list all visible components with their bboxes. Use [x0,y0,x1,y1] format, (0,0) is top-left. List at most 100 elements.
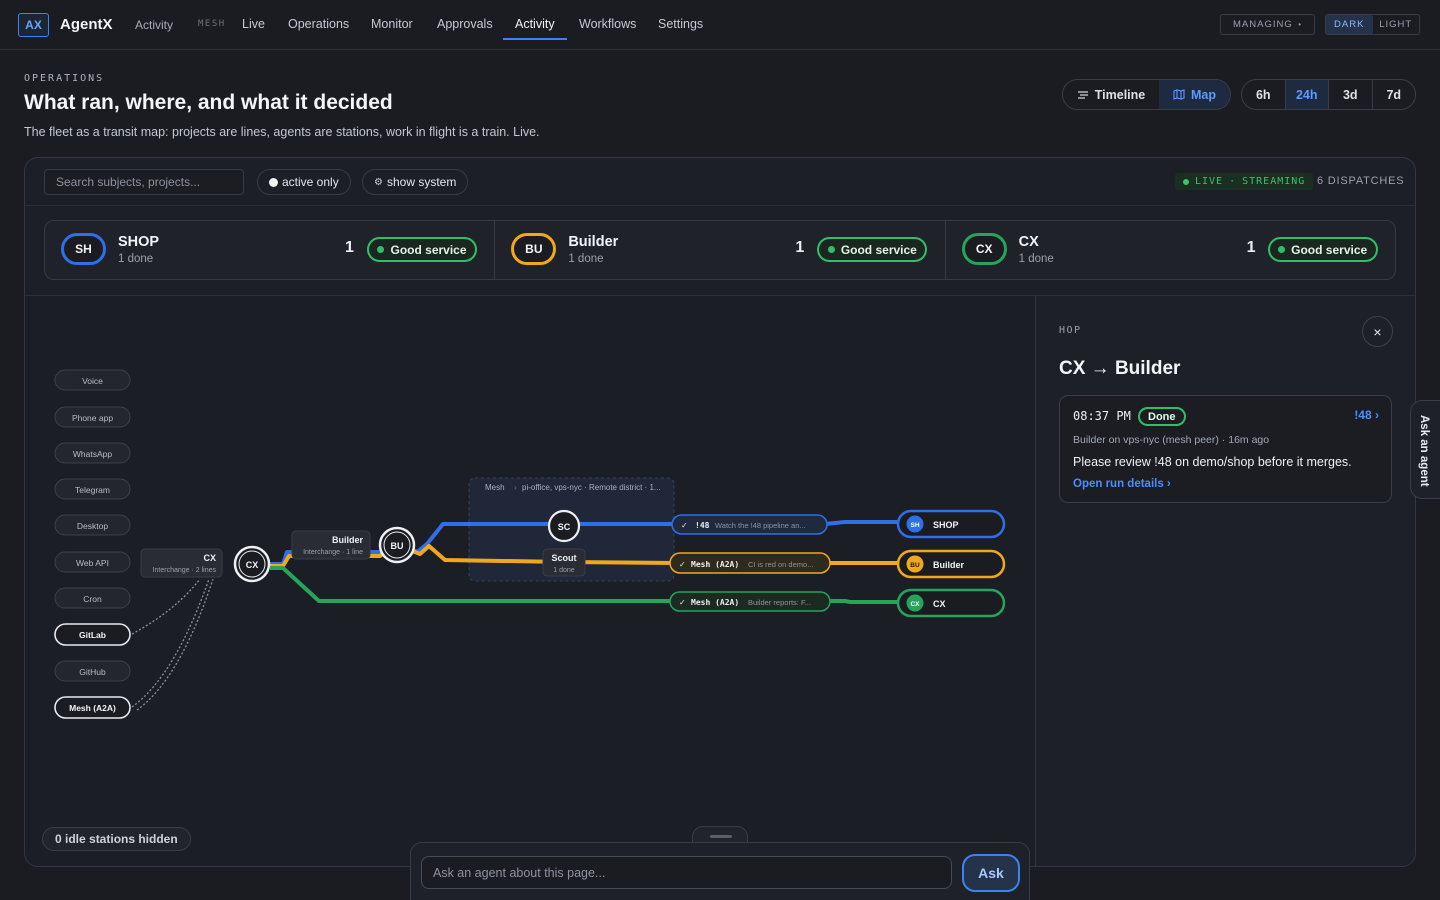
line-card-shop[interactable]: SH SHOP 1 done 1 Good service [45,221,494,279]
mesh-chevron-icon: › [514,483,517,492]
close-icon: × [1373,323,1382,340]
map-view-button[interactable]: Map [1159,80,1230,109]
line-card-builder[interactable]: BU Builder 1 done 1 Good service [494,221,944,279]
source-cron[interactable]: Cron [54,587,131,609]
source-label: Phone app [72,413,113,423]
streaming-label: STREAMING [1242,176,1306,187]
line-badge: CX [961,233,1007,265]
ask-button[interactable]: Ask [962,854,1020,892]
train-shop[interactable]: ✓ !48 Watch the !48 pipeline an... [671,514,828,535]
nav-approvals[interactable]: Approvals [437,17,493,31]
check-icon: ✓ [681,521,688,530]
gear-icon: ⚙ [374,176,383,188]
nav-monitor[interactable]: Monitor [371,17,413,31]
source-mesh-a2a[interactable]: Mesh (A2A) [54,696,131,719]
range-6h[interactable]: 6h [1242,80,1285,109]
station-name: CX [203,553,216,563]
station-badge: CX [246,560,259,570]
terminal-badge: BU [910,562,920,569]
line-card-cx[interactable]: CX CX 1 done 1 Good service [944,221,1395,279]
transit-map[interactable]: Voice Phone app WhatsApp Telegram Deskto… [25,296,1035,866]
brand-name[interactable]: AgentX [60,16,113,33]
terminal-badge: SH [910,522,919,529]
toggle-dot-icon [269,177,278,187]
map-icon [1173,89,1185,100]
range-3d[interactable]: 3d [1328,80,1372,109]
source-web-api[interactable]: Web API [54,551,131,573]
source-whatsapp[interactable]: WhatsApp [54,442,131,464]
source-phone-app[interactable]: Phone app [54,406,131,428]
status-dot-icon [827,246,835,253]
station-builder[interactable]: BU [378,526,416,564]
view-switch: Timeline Map [1062,79,1231,110]
train-text: Builder reports: F... [748,598,811,607]
interchange-cx-label[interactable]: CX Interchange · 2 lines [140,548,223,578]
close-button[interactable]: × [1362,316,1393,347]
theme-dark-button[interactable]: DARK [1326,15,1373,34]
live-dot-icon [1183,178,1189,185]
ask-input[interactable] [421,856,952,889]
source-gitlab[interactable]: GitLab [54,623,131,646]
nav-operations[interactable]: Operations [288,17,349,31]
terminal-name: Builder [933,560,965,570]
nav-settings[interactable]: Settings [658,17,703,31]
range-24h[interactable]: 24h [1284,80,1328,109]
active-only-toggle[interactable]: active only [257,169,351,195]
source-label: Web API [76,558,109,568]
hop-message: Please review !48 on demo/shop before it… [1073,455,1352,469]
ask-bar: Ask [410,842,1030,900]
train-text: Watch the !48 pipeline an... [715,521,806,530]
hop-title: CX → Builder [1059,358,1181,379]
ask-agent-tab[interactable]: Ask an agent [1410,400,1440,499]
nav-activity-secondary[interactable]: Activity [135,18,173,32]
merge-request-link[interactable]: !48 › [1354,408,1379,422]
train-text: CI is red on demo... [748,560,813,569]
source-github[interactable]: GitHub [54,660,131,682]
terminal-shop[interactable]: SH SHOP [896,509,1006,539]
search-input[interactable] [44,169,244,195]
divider [25,205,1415,206]
line-name: CX [1018,234,1039,250]
train-cx[interactable]: ✓ Mesh (A2A) Builder reports: F... [669,591,831,612]
nav-mesh-label: MESH [198,19,226,29]
train-tag: Mesh (A2A) [691,598,739,607]
source-label: GitLab [79,630,106,640]
nav-activity[interactable]: Activity [515,17,555,31]
service-status-badge: Good service [1267,237,1378,262]
station-badge: BU [391,541,404,551]
idle-stations-hidden[interactable]: 0 idle stations hidden [42,827,191,851]
ask-agent-tab-label: Ask an agent [1418,415,1430,487]
source-voice[interactable]: Voice [54,369,131,391]
range-7d[interactable]: 7d [1371,80,1416,109]
live-status-badge: LIVE · STREAMING [1175,173,1314,190]
timeline-view-button[interactable]: Timeline [1063,80,1159,109]
station-cx[interactable]: CX [233,545,271,583]
managing-dropdown[interactable]: MANAGING • [1220,14,1315,35]
station-sub: 1 done [553,567,575,574]
nav-live[interactable]: Live [242,17,265,31]
terminal-builder[interactable]: BU Builder [896,549,1006,579]
hop-card[interactable]: 08:37 PM Done !48 › Builder on vps-nyc (… [1059,395,1392,503]
show-system-toggle[interactable]: ⚙ show system [362,169,469,195]
open-run-details-link[interactable]: Open run details › [1073,478,1171,490]
map-label: Map [1191,87,1216,102]
hop-meta: Builder on vps-nyc (mesh peer) · 16m ago [1073,434,1270,446]
train-builder[interactable]: ✓ Mesh (A2A) CI is red on demo... [669,552,831,574]
theme-light-button[interactable]: LIGHT [1373,15,1420,34]
source-label: Telegram [75,485,110,495]
page-title: What ran, where, and what it decided [24,91,393,114]
status-dot-icon [1278,246,1286,253]
app-logo[interactable]: AX [18,13,49,37]
line-badge: BU [511,233,557,265]
nav-workflows[interactable]: Workflows [579,17,636,31]
hop-detail-panel: HOP × CX → Builder 08:37 PM Done !48 › B… [1035,296,1415,866]
service-label: Good service [390,242,467,257]
source-telegram[interactable]: Telegram [54,478,131,500]
source-desktop[interactable]: Desktop [54,514,131,536]
page-subtitle: The fleet as a transit map: projects are… [24,125,540,139]
feeder-links [131,578,214,711]
timeline-label: Timeline [1094,87,1146,102]
line-count: 1 [1246,239,1256,256]
builder-station-label[interactable]: Builder Interchange · 1 line [291,530,371,560]
terminal-cx[interactable]: CX CX [896,588,1006,618]
